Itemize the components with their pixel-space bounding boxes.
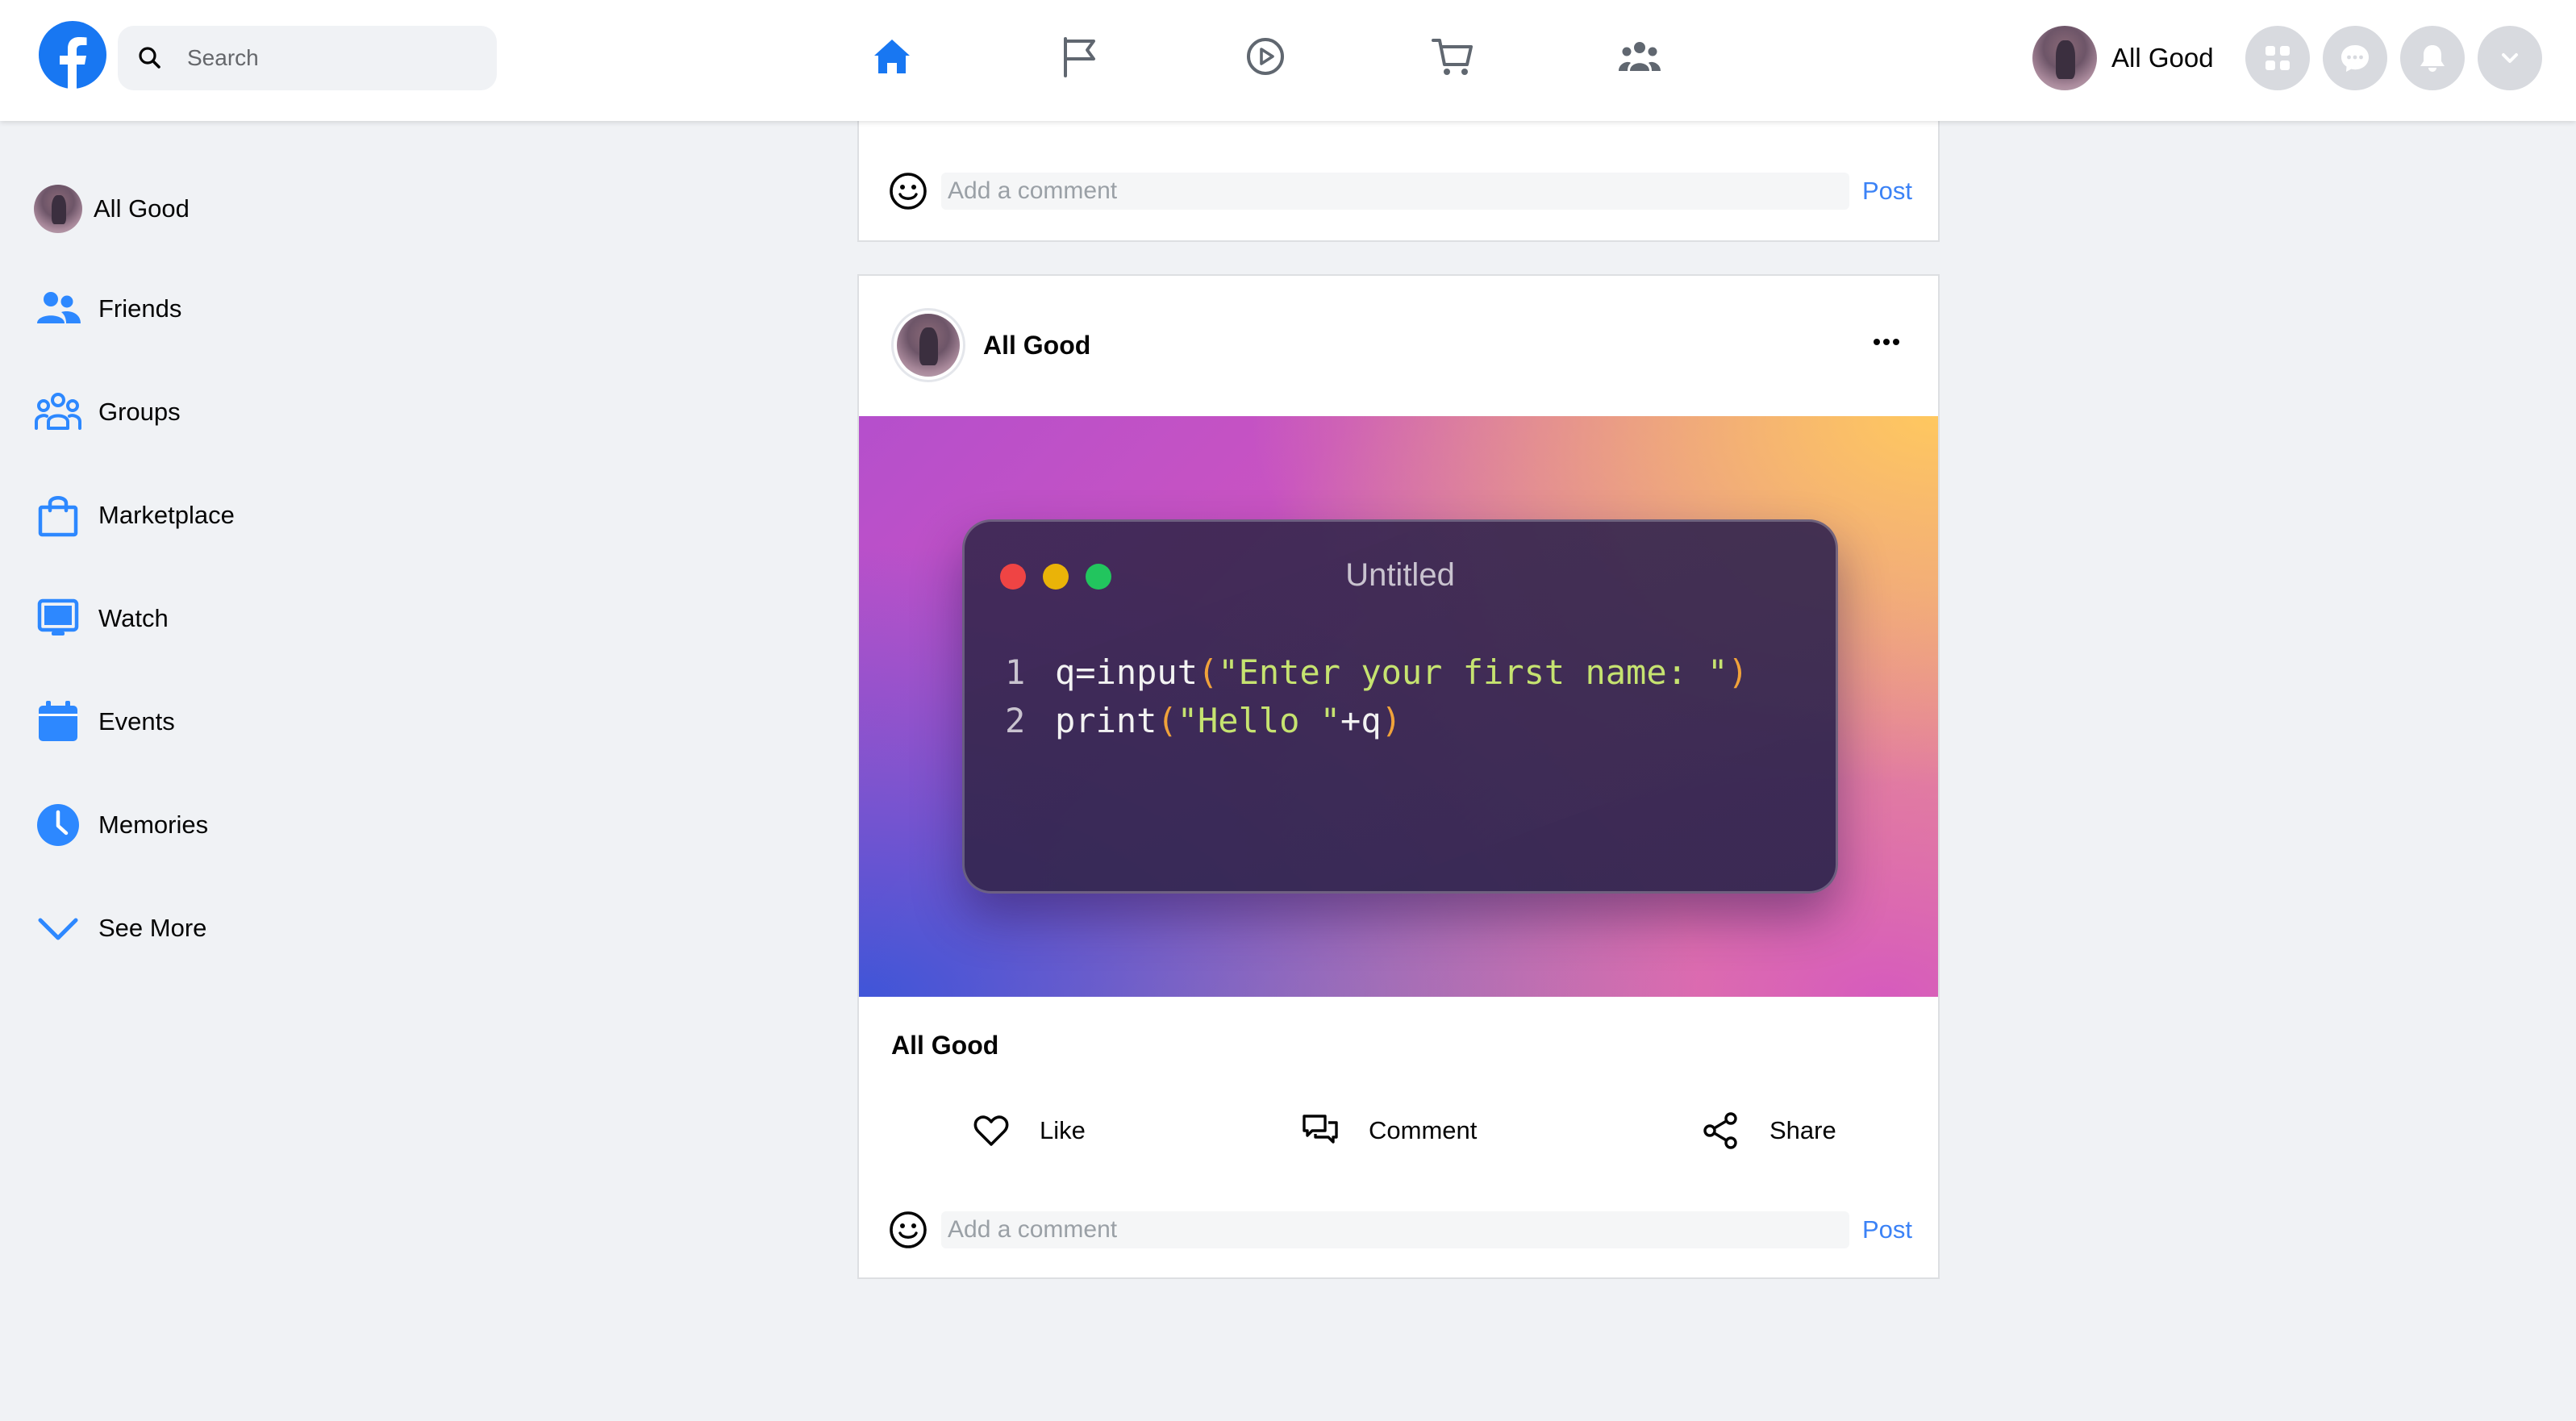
profile-name: All Good [2111,43,2214,73]
comment-row: Post [888,169,1912,213]
comment-bubbles-icon [1301,1111,1340,1150]
search-bar[interactable] [118,26,497,90]
sidebar-item-watch[interactable]: Watch [32,590,452,647]
smiley-icon[interactable] [888,1210,928,1250]
code-token: print [1055,701,1157,740]
calendar-icon [32,696,84,748]
sidebar-item-label: See More [98,914,207,942]
friends-icon [32,283,84,335]
post-card: All Good Untitled 1 q=input("Enter your f… [857,274,1940,1279]
comment-label: Comment [1369,1116,1478,1144]
previous-post-card: Post [857,113,1940,242]
sidebar-item-label: All Good [94,194,190,223]
watch-play-icon[interactable] [1243,34,1288,79]
sidebar-item-friends[interactable]: Friends [32,281,452,337]
comment-row: Post [888,1208,1912,1252]
avatar [34,185,82,233]
post-comment-button[interactable]: Post [1862,177,1912,206]
marketplace-cart-icon[interactable] [1430,34,1475,79]
profile-chip[interactable]: All Good [2032,26,2214,90]
share-icon [1702,1111,1740,1150]
search-input[interactable] [187,34,477,82]
account-menu-button[interactable] [2478,26,2542,90]
sidebar-item-label: Marketplace [98,501,235,529]
code-token: ( [1198,652,1219,692]
sidebar-item-label: Watch [98,604,169,632]
post-comment-button[interactable]: Post [1862,1215,1912,1244]
menu-grid-icon [2261,42,2294,74]
line-number: 2 [1005,701,1026,740]
clock-icon [32,799,84,851]
menu-grid-button[interactable] [2245,26,2310,90]
code-token: ) [1381,701,1402,740]
smiley-icon[interactable] [888,171,928,211]
messenger-button[interactable] [2323,26,2387,90]
code-line: 2 print("Hello "+q) [1005,701,1402,740]
sidebar-item-see-more[interactable]: See More [32,900,452,956]
avatar [2032,26,2097,90]
notifications-button[interactable] [2400,26,2465,90]
post-author-name[interactable]: All Good [983,331,1090,360]
sidebar-item-profile[interactable]: All Good [32,181,452,237]
home-icon[interactable] [869,34,915,79]
sidebar-item-events[interactable]: Events [32,694,452,750]
code-token: "Hello " [1177,701,1341,740]
code-window: Untitled 1 q=input("Enter your first name… [962,519,1838,894]
avatar [897,314,960,377]
comment-input[interactable] [941,173,1849,210]
post-actions: Like Comment Share [859,1082,1938,1179]
author-avatar[interactable] [891,308,965,382]
post-image[interactable]: Untitled 1 q=input("Enter your first name… [859,416,1938,997]
chevron-down-icon [2495,44,2524,73]
top-navbar: All Good [0,0,2576,121]
post-header: All Good [891,308,1090,382]
shopping-bag-icon [32,490,84,541]
share-button[interactable]: Share [1702,1106,1836,1155]
more-options-icon[interactable] [1869,334,1904,350]
facebook-logo-icon[interactable] [39,21,106,89]
share-label: Share [1769,1116,1836,1144]
sidebar-item-label: Events [98,707,175,736]
code-token: q=input [1055,652,1198,692]
notifications-bell-icon [2416,42,2449,74]
comment-button[interactable]: Comment [1301,1106,1477,1155]
messenger-icon [2338,41,2372,75]
comment-input[interactable] [941,1211,1849,1248]
code-token: "Enter your first name: " [1218,652,1728,692]
like-button[interactable]: Like [972,1106,1086,1155]
sidebar-item-label: Friends [98,294,182,323]
sidebar-item-label: Groups [98,398,181,426]
code-token: ) [1728,652,1749,692]
sidebar-item-marketplace[interactable]: Marketplace [32,487,452,544]
flag-icon[interactable] [1057,34,1102,79]
sidebar-item-groups[interactable]: Groups [32,384,452,440]
heart-icon [972,1111,1011,1150]
sidebar-item-memories[interactable]: Memories [32,797,452,853]
code-window-title: Untitled [1345,557,1455,593]
like-label: Like [1040,1116,1086,1144]
code-token: +q [1340,701,1382,740]
code-line: 1 q=input("Enter your first name: ") [1005,652,1749,692]
search-icon [135,44,165,73]
code-token: ( [1157,701,1178,740]
chevron-down-icon [32,902,84,954]
line-number: 1 [1005,652,1026,692]
monitor-icon [32,593,84,644]
post-caption: All Good [891,1031,999,1060]
groups-icon [32,386,84,438]
sidebar-item-label: Memories [98,811,209,839]
groups-icon[interactable] [1617,34,1662,79]
